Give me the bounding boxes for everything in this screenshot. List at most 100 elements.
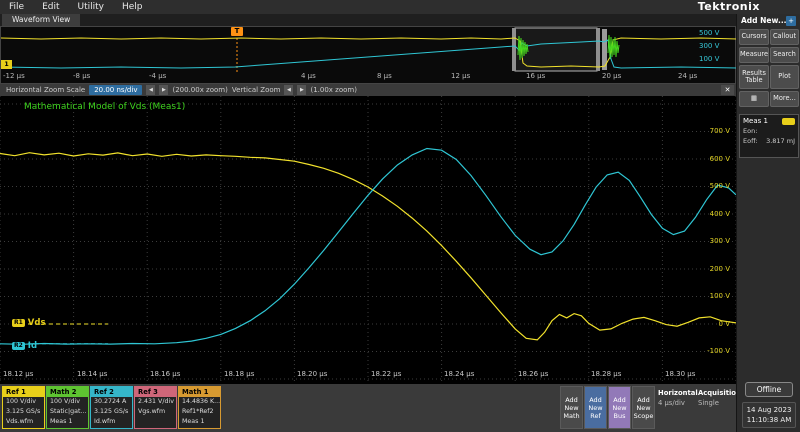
- results-table-button[interactable]: Results Table: [739, 65, 769, 89]
- meas1-result-panel[interactable]: Meas 1 Eon: Eoff: 3.817 mJ: [739, 114, 799, 158]
- add-new-icon[interactable]: +: [786, 16, 796, 26]
- ref1-channel-badge[interactable]: Ref 1 100 V/div 3.125 GS/s Vds.wfm: [2, 386, 45, 429]
- overview-volt-label: 300 V: [699, 42, 719, 50]
- time-axis-label: 18.14 µs: [77, 370, 107, 378]
- acquisition-panel[interactable]: Acquisition Single: [698, 389, 741, 407]
- overview-waveform-svg: [1, 27, 737, 73]
- volt-axis-label: 100 V: [698, 292, 730, 300]
- ref1-handle[interactable]: 1: [1, 60, 12, 69]
- plot-button[interactable]: Plot: [770, 65, 799, 89]
- add-new-ref-button[interactable]: Add New Ref: [584, 386, 607, 429]
- overview-time-label: -4 µs: [149, 72, 166, 80]
- time-axis-label: 18.24 µs: [444, 370, 474, 378]
- add-new-bus-button[interactable]: Add New Bus: [608, 386, 631, 429]
- date-label: 14 Aug 2023: [743, 405, 795, 415]
- overview-time-label: 12 µs: [451, 72, 470, 80]
- vds-trace-badge[interactable]: R1 Vds: [12, 318, 46, 328]
- waveform-plot-svg: [0, 96, 736, 384]
- badge-line: Id.wfm: [91, 417, 132, 427]
- math1-channel-badge[interactable]: Math 1 14.4836 K... Ref1*Ref2 Meas 1: [178, 386, 221, 429]
- close-zoom-icon[interactable]: ✕: [721, 85, 734, 95]
- ref2-channel-badge[interactable]: Ref 2 30.2724 A 3.125 GS/s Id.wfm: [90, 386, 133, 429]
- h-zoom-scale-value[interactable]: 20.00 ns/div: [89, 85, 142, 95]
- cursors-button[interactable]: Cursors: [739, 29, 769, 45]
- time-axis-label: 18.18 µs: [224, 370, 254, 378]
- time-axis-label: 18.20 µs: [297, 370, 327, 378]
- search-button[interactable]: Search: [770, 47, 799, 63]
- horizontal-label: Horizontal: [658, 389, 698, 397]
- time-axis-label: 18.16 µs: [150, 370, 180, 378]
- time-axis-label: 18.12 µs: [3, 370, 33, 378]
- tab-waveform-view[interactable]: Waveform View: [2, 14, 80, 26]
- menu-utility[interactable]: Utility: [69, 0, 113, 14]
- badge-line: 2.431 V/div: [135, 397, 176, 407]
- trigger-marker[interactable]: T: [231, 27, 243, 36]
- waveform-plot[interactable]: Mathematical Model of Vds (Meas1) 700 V …: [0, 96, 736, 384]
- zoom-toolbar: Horizontal Zoom Scale 20.00 ns/div ◀ ▶ (…: [0, 84, 736, 96]
- v-zoom-increase-button[interactable]: ▶: [297, 85, 306, 95]
- volt-axis-label: 0 V: [698, 320, 730, 328]
- badge-line: 100 V/div: [3, 397, 44, 407]
- vds-trace-label: Vds: [28, 318, 46, 328]
- grid-icon[interactable]: ▦: [739, 91, 769, 107]
- volt-axis-label: 300 V: [698, 237, 730, 245]
- volt-axis-label: 400 V: [698, 210, 730, 218]
- menu-file[interactable]: File: [0, 0, 33, 14]
- badge-line: Meas 1: [47, 417, 88, 427]
- ref2-badge-title: Ref 2: [91, 387, 132, 397]
- oscilloscope-app: File Edit Utility Help Tektronix Wavefor…: [0, 0, 800, 432]
- ref2-pill: R2: [12, 342, 25, 350]
- badge-line: 3.125 GS/s: [91, 407, 132, 417]
- badge-line: Meas 1: [179, 417, 220, 427]
- h-zoom-scale-label: Horizontal Zoom Scale: [6, 86, 85, 94]
- offline-button[interactable]: Offline: [745, 382, 793, 397]
- badge-line: Vgs.wfm: [135, 407, 176, 417]
- acquisition-value: Single: [698, 399, 741, 407]
- volt-axis-label: 200 V: [698, 265, 730, 273]
- math1-badge-title: Math 1: [179, 387, 220, 397]
- add-new-math-button[interactable]: Add New Math: [560, 386, 583, 429]
- add-new-scope-button[interactable]: Add New Scope: [632, 386, 655, 429]
- volt-axis-label: 600 V: [698, 155, 730, 163]
- callout-button[interactable]: Callout: [770, 29, 799, 45]
- volt-axis-label: 700 V: [698, 127, 730, 135]
- time-axis-label: 18.28 µs: [591, 370, 621, 378]
- v-zoom-label: Vertical Zoom: [232, 86, 281, 94]
- h-zoom-decrease-button[interactable]: ◀: [146, 85, 155, 95]
- add-new-heading: Add New...: [741, 16, 787, 25]
- h-zoom-increase-button[interactable]: ▶: [159, 85, 168, 95]
- overview-time-label: 24 µs: [678, 72, 697, 80]
- right-sidebar: Add New... + Cursors Callout Measure Sea…: [736, 14, 800, 432]
- overview-time-label: -12 µs: [3, 72, 25, 80]
- overview-strip[interactable]: T 1 -12 µs -8 µs -4 µs 4 µs 8 µs 12 µs 1…: [0, 26, 736, 84]
- overview-time-label: 4 µs: [301, 72, 316, 80]
- horizontal-panel[interactable]: Horizontal 4 µs/div: [658, 389, 698, 407]
- more-button[interactable]: More...: [770, 91, 799, 107]
- time-label: 11:10:38 AM: [743, 415, 795, 425]
- measure-button[interactable]: Measure: [739, 47, 769, 63]
- volt-axis-label: -100 V: [698, 347, 730, 355]
- math2-channel-badge[interactable]: Math 2 100 V/div Static|gat... Meas 1: [46, 386, 89, 429]
- tab-bar: Waveform View: [0, 14, 736, 26]
- time-axis-label: 18.22 µs: [371, 370, 401, 378]
- badge-line: 14.4836 K...: [179, 397, 220, 407]
- overview-time-label: 20 µs: [602, 72, 621, 80]
- menu-help[interactable]: Help: [113, 0, 152, 14]
- overview-time-label: -8 µs: [73, 72, 90, 80]
- overview-time-label: 16 µs: [526, 72, 545, 80]
- id-trace-label: Id: [28, 341, 37, 351]
- id-trace-badge[interactable]: R2 Id: [12, 341, 37, 351]
- badge-line: 100 V/div: [47, 397, 88, 407]
- math2-badge-title: Math 2: [47, 387, 88, 397]
- meas1-color-chip: [782, 118, 795, 125]
- overview-time-label: 8 µs: [377, 72, 392, 80]
- menu-edit[interactable]: Edit: [33, 0, 68, 14]
- math-annotation: Mathematical Model of Vds (Meas1): [24, 102, 185, 112]
- horizontal-value: 4 µs/div: [658, 399, 698, 407]
- badge-line: Ref1*Ref2: [179, 407, 220, 417]
- badge-line: 3.125 GS/s: [3, 407, 44, 417]
- v-zoom-decrease-button[interactable]: ◀: [284, 85, 293, 95]
- datetime-display: 14 Aug 2023 11:10:38 AM: [742, 402, 796, 428]
- badge-line: Static|gat...: [47, 407, 88, 417]
- ref3-channel-badge[interactable]: Ref 3 2.431 V/div Vgs.wfm: [134, 386, 177, 429]
